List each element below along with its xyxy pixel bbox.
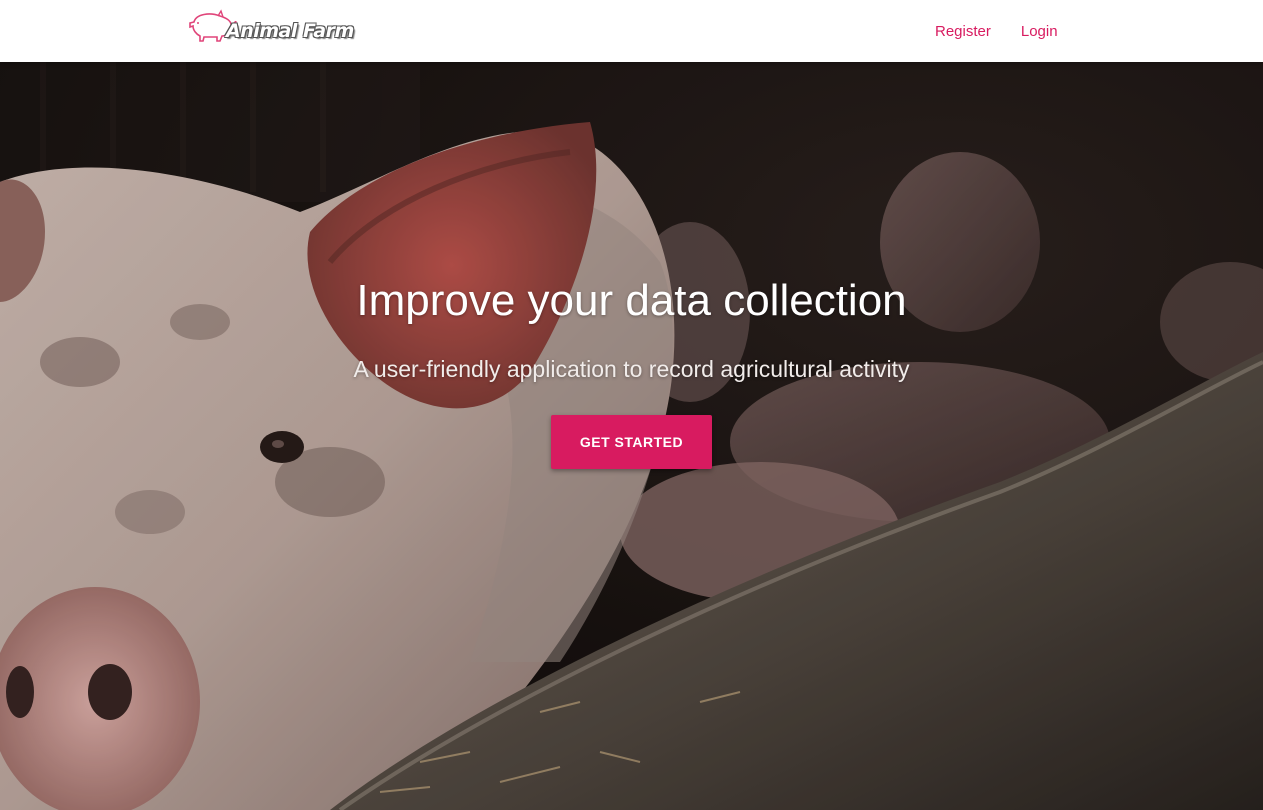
hero-subtitle: A user-friendly application to record ag… [353,356,910,382]
register-link[interactable]: Register [920,23,1006,40]
brand-logo[interactable]: Animal Farm [188,8,354,48]
login-link[interactable]: Login [1006,23,1073,40]
get-started-button[interactable]: GET STARTED [551,415,712,469]
nav-links: Register Login [920,0,1073,62]
brand-text: Animal Farm [226,20,354,42]
hero-title: Improve your data collection [356,276,907,325]
hero-section: Improve your data collection A user-frie… [0,62,1263,810]
navbar: Animal Farm Register Login [0,0,1263,62]
